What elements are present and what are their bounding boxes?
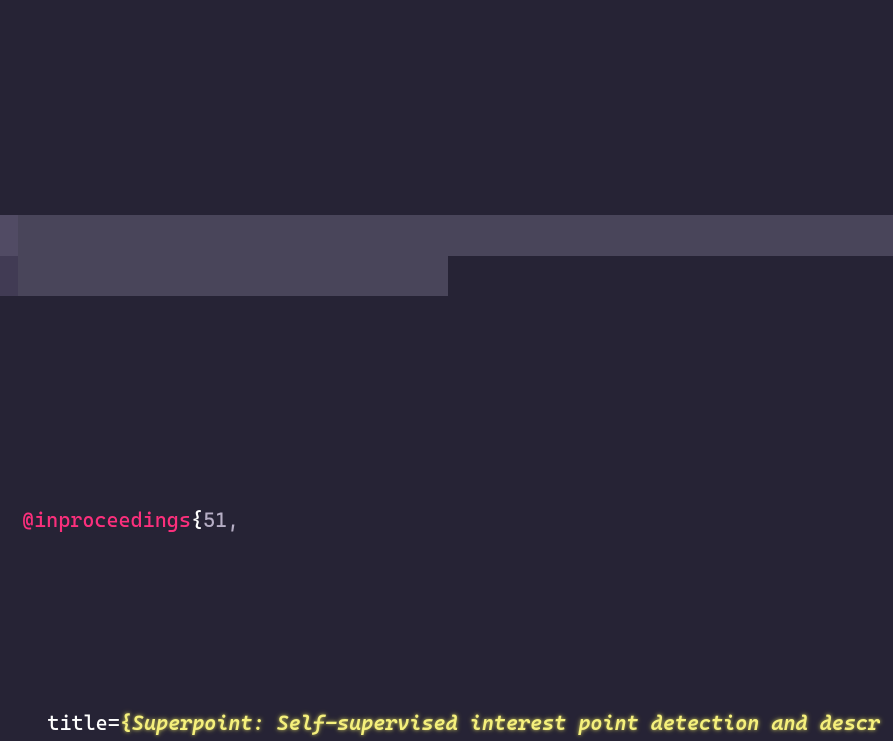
cite-key: 51 — [203, 508, 227, 532]
search-match-highlight-line2 — [18, 256, 448, 297]
code-editor[interactable]: ​ @inproceedings{51, title={Superpoint: … — [0, 0, 893, 741]
bib-entry-header: @inproceedings{51, — [0, 500, 893, 541]
open-brace: { — [191, 508, 203, 532]
comma: , — [227, 508, 239, 532]
bib-field-title: title={Superpoint: Self-supervised inter… — [0, 703, 893, 741]
entry-type-keyword: @inproceedings — [22, 508, 191, 532]
field-name: title — [47, 711, 107, 735]
equals-sign: = — [108, 711, 120, 735]
title-value: Superpoint: Self-supervised interest poi… — [22, 711, 880, 741]
search-match-highlight-line1 — [0, 215, 893, 256]
value-open-brace: { — [120, 711, 132, 735]
gutter-highlight — [0, 215, 18, 296]
